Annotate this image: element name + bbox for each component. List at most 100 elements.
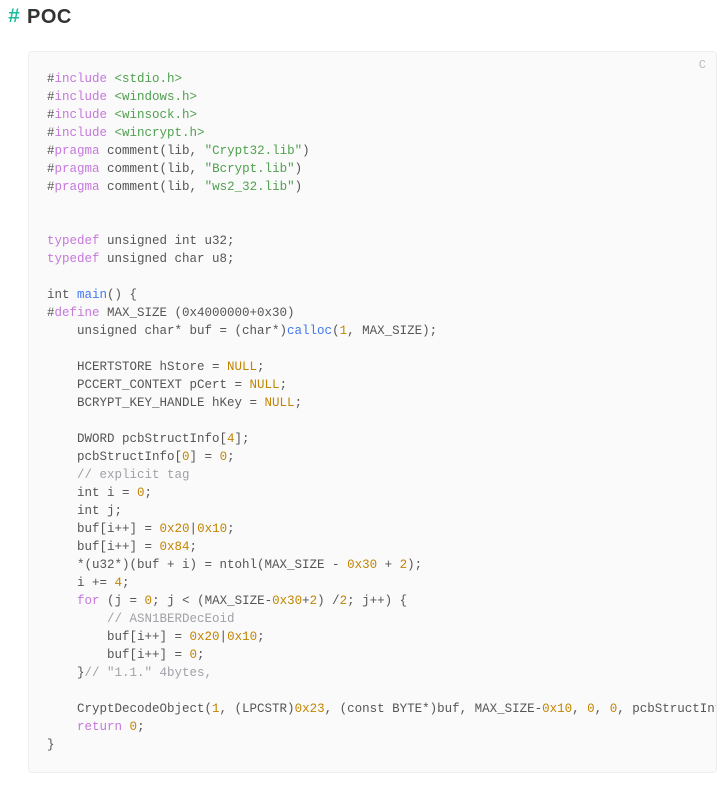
num: 4 bbox=[227, 432, 235, 446]
txt: ) / bbox=[317, 594, 340, 608]
kw-typedef: typedef bbox=[47, 252, 100, 266]
txt: buf[i++] = bbox=[47, 540, 160, 554]
kw-pragma: pragma bbox=[55, 162, 100, 176]
comment: // ASN1BERDecEoid bbox=[107, 612, 235, 626]
txt: , bbox=[572, 702, 587, 716]
language-tag: C bbox=[699, 58, 706, 72]
num: 0 bbox=[182, 450, 190, 464]
txt: ; bbox=[122, 576, 130, 590]
hash-icon: # bbox=[8, 6, 20, 29]
num: 0x30 bbox=[272, 594, 302, 608]
txt: *(u32*)(buf + i) = ntohl(MAX_SIZE - bbox=[47, 558, 347, 572]
txt: ; bbox=[257, 360, 265, 374]
code-block: C #include <stdio.h> #include <windows.h… bbox=[28, 51, 717, 773]
txt: , (const BYTE*)buf, MAX_SIZE- bbox=[325, 702, 543, 716]
num: 0 bbox=[145, 594, 153, 608]
txt bbox=[47, 720, 77, 734]
txt: | bbox=[190, 522, 198, 536]
txt: pcbStructInfo[ bbox=[47, 450, 182, 464]
txt: ] = bbox=[190, 450, 220, 464]
txt: ]; bbox=[235, 432, 250, 446]
kw-include: include bbox=[55, 126, 108, 140]
section-heading: # POC bbox=[0, 6, 717, 39]
txt: unsigned char* buf = (char*) bbox=[47, 324, 287, 338]
hdr-windows: <windows.h> bbox=[115, 90, 198, 104]
kw-return: return bbox=[77, 720, 122, 734]
txt: buf[i++] = bbox=[47, 648, 190, 662]
txt: BCRYPT_KEY_HANDLE hKey = bbox=[47, 396, 265, 410]
txt: , MAX_SIZE); bbox=[347, 324, 437, 338]
txt: PCCERT_CONTEXT pCert = bbox=[47, 378, 250, 392]
txt: ) bbox=[302, 144, 310, 158]
num: 0 bbox=[587, 702, 595, 716]
txt: HCERTSTORE hStore = bbox=[47, 360, 227, 374]
txt: (j = bbox=[100, 594, 145, 608]
num: 0x10 bbox=[542, 702, 572, 716]
num: 0x30 bbox=[347, 558, 377, 572]
txt: ; bbox=[280, 378, 288, 392]
heading-title: POC bbox=[27, 6, 72, 29]
num: 0x20 bbox=[160, 522, 190, 536]
txt: i += bbox=[47, 576, 115, 590]
txt: unsigned char u8; bbox=[100, 252, 235, 266]
txt: ; bbox=[190, 540, 198, 554]
txt: , (LPCSTR) bbox=[220, 702, 295, 716]
txt: comment(lib, bbox=[100, 162, 205, 176]
txt: + bbox=[377, 558, 400, 572]
kw-define: define bbox=[55, 306, 100, 320]
fn-calloc: calloc bbox=[287, 324, 332, 338]
kw-for: for bbox=[77, 594, 100, 608]
num: 0x10 bbox=[227, 630, 257, 644]
kw-include: include bbox=[55, 90, 108, 104]
txt: + bbox=[302, 594, 310, 608]
txt: ; bbox=[145, 486, 153, 500]
txt: ; bbox=[227, 522, 235, 536]
num: 2 bbox=[400, 558, 408, 572]
hdr-wincrypt: <wincrypt.h> bbox=[115, 126, 205, 140]
txt: ( bbox=[332, 324, 340, 338]
null: NULL bbox=[227, 360, 257, 374]
txt: | bbox=[220, 630, 228, 644]
txt: comment(lib, bbox=[100, 180, 205, 194]
null: NULL bbox=[265, 396, 295, 410]
txt: DWORD pcbStructInfo[ bbox=[47, 432, 227, 446]
txt: ; bbox=[295, 396, 303, 410]
num: 4 bbox=[115, 576, 123, 590]
txt: , bbox=[595, 702, 610, 716]
num: 2 bbox=[310, 594, 318, 608]
num: 0x10 bbox=[197, 522, 227, 536]
num: 0 bbox=[130, 720, 138, 734]
txt: } bbox=[47, 738, 55, 752]
txt: unsigned int u32; bbox=[100, 234, 235, 248]
code-content: #include <stdio.h> #include <windows.h> … bbox=[47, 70, 698, 754]
txt: CryptDecodeObject( bbox=[47, 702, 212, 716]
num: 0 bbox=[137, 486, 145, 500]
str: "Bcrypt.lib" bbox=[205, 162, 295, 176]
kw-typedef: typedef bbox=[47, 234, 100, 248]
null: NULL bbox=[250, 378, 280, 392]
kw-pragma: pragma bbox=[55, 180, 100, 194]
txt: ; j++) { bbox=[347, 594, 407, 608]
kw-include: include bbox=[55, 108, 108, 122]
num: 0x23 bbox=[295, 702, 325, 716]
str: "ws2_32.lib" bbox=[205, 180, 295, 194]
txt: comment(lib, bbox=[100, 144, 205, 158]
txt: ; j < (MAX_SIZE- bbox=[152, 594, 272, 608]
num: 1 bbox=[340, 324, 348, 338]
txt: () { bbox=[107, 288, 137, 302]
num: 0x20 bbox=[190, 630, 220, 644]
txt: ; bbox=[197, 648, 205, 662]
comment: // explicit tag bbox=[77, 468, 190, 482]
num: 1 bbox=[212, 702, 220, 716]
txt: int i = bbox=[47, 486, 137, 500]
txt: ) bbox=[295, 180, 303, 194]
txt: ; bbox=[137, 720, 145, 734]
kw-pragma: pragma bbox=[55, 144, 100, 158]
txt: buf[i++] = bbox=[47, 630, 190, 644]
hdr-winsock: <winsock.h> bbox=[115, 108, 198, 122]
txt: ) bbox=[295, 162, 303, 176]
num: 0 bbox=[220, 450, 228, 464]
kw-include: include bbox=[55, 72, 108, 86]
txt: ; bbox=[227, 450, 235, 464]
num: 0x84 bbox=[160, 540, 190, 554]
